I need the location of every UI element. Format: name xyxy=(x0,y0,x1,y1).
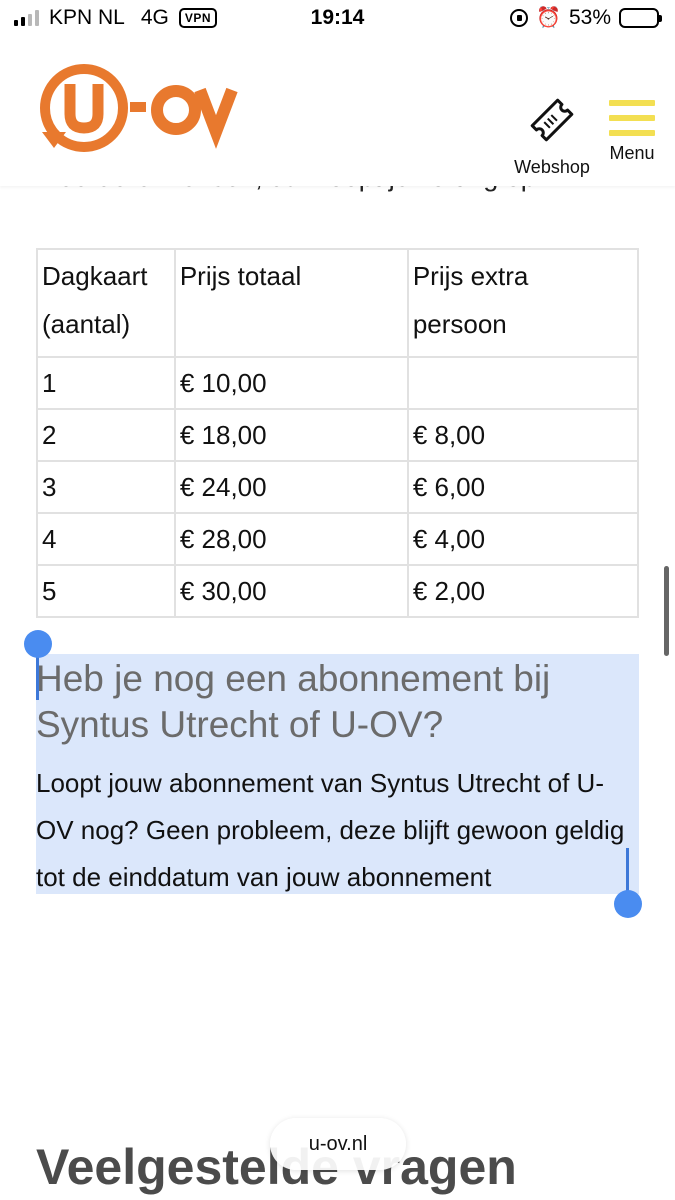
status-bar: KPN NL 4G VPN 19:14 ⏰ 53% xyxy=(0,0,675,40)
uov-logo-graphic xyxy=(40,64,238,152)
status-right: ⏰ 53% xyxy=(510,6,662,30)
table-row: 1 € 10,00 xyxy=(36,356,640,410)
table-cell: € 18,00 xyxy=(173,408,409,462)
table-cell: € 2,00 xyxy=(406,564,640,618)
scrollbar[interactable] xyxy=(664,566,669,656)
selection-end-caret xyxy=(626,848,629,894)
section-paragraph[interactable]: Loopt jouw abonnement van Syntus Utrecht… xyxy=(36,760,636,901)
section-heading[interactable]: Heb je nog een abonnement bij Syntus Utr… xyxy=(36,656,636,748)
table-row: 3 € 24,00 € 6,00 xyxy=(36,460,640,514)
webshop-label: Webshop xyxy=(514,157,590,177)
alarm-icon: ⏰ xyxy=(536,7,561,29)
table-cell: € 4,00 xyxy=(406,512,640,566)
table-cell: € 6,00 xyxy=(406,460,640,514)
battery-icon xyxy=(619,8,662,28)
col-header-prijs-extra: Prijs extra persoon xyxy=(406,248,640,358)
table-cell xyxy=(406,356,640,410)
table-cell: 5 xyxy=(36,564,176,618)
battery-percent: 53% xyxy=(568,6,611,29)
table-cell: € 24,00 xyxy=(173,460,409,514)
table-cell: € 28,00 xyxy=(173,512,409,566)
table-cell: 3 xyxy=(36,460,176,514)
table-cell: 1 xyxy=(36,356,176,410)
table-row: 4 € 28,00 € 4,00 xyxy=(36,512,640,566)
price-table: Dagkaart (aantal) Prijs totaal Prijs extr… xyxy=(36,248,640,618)
webshop-button[interactable]: Webshop xyxy=(510,96,594,178)
selection-start-handle[interactable] xyxy=(24,630,52,658)
table-row: 2 € 18,00 € 8,00 xyxy=(36,408,640,462)
col-header-prijs-totaal: Prijs totaal xyxy=(173,248,409,358)
col-header-dagkaart: Dagkaart (aantal) xyxy=(36,248,176,358)
uov-logo[interactable] xyxy=(36,62,256,162)
page: KPN NL 4G VPN 19:14 ⏰ 53% meerdere mense… xyxy=(0,0,675,1200)
menu-button[interactable]: Menu xyxy=(604,100,660,164)
table-cell: 2 xyxy=(36,408,176,462)
selection-end-handle[interactable] xyxy=(614,890,642,918)
rotation-lock-icon xyxy=(510,9,529,27)
table-cell: € 10,00 xyxy=(173,356,409,410)
table-row: 5 € 30,00 € 2,00 xyxy=(36,564,640,618)
table-cell: 4 xyxy=(36,512,176,566)
hamburger-icon xyxy=(609,100,655,136)
ticket-icon xyxy=(530,98,574,142)
table-cell: € 30,00 xyxy=(173,564,409,618)
site-header: Webshop Menu xyxy=(0,40,675,186)
menu-label: Menu xyxy=(609,143,655,163)
table-header-row: Dagkaart (aantal) Prijs totaal Prijs extr… xyxy=(36,248,640,358)
table-cell: € 8,00 xyxy=(406,408,640,462)
url-bar[interactable]: u-ov.nl xyxy=(270,1118,406,1170)
